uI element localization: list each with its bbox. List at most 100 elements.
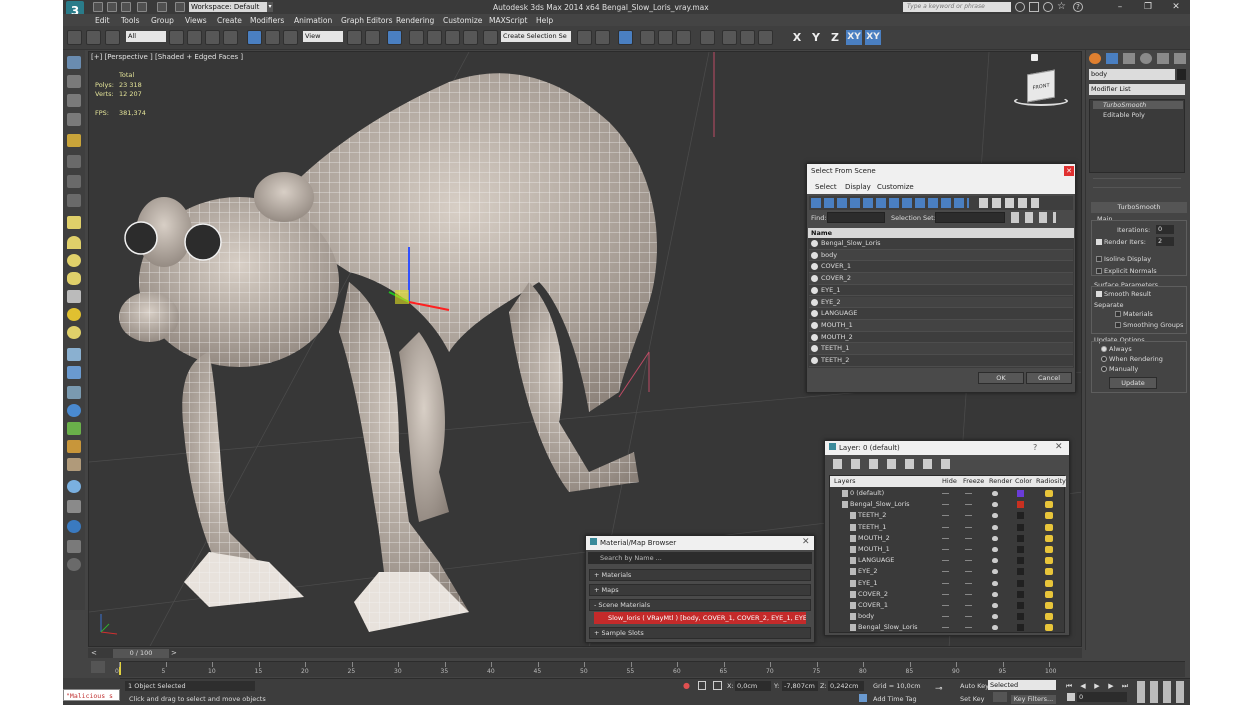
render-setup-icon[interactable] xyxy=(722,30,737,45)
iterations-spinner[interactable]: 0 xyxy=(1156,225,1174,234)
favorites-star-icon[interactable]: ☆ xyxy=(1057,1,1066,12)
display-panel-icon[interactable] xyxy=(67,75,81,88)
binoculars-icon[interactable] xyxy=(1015,2,1025,12)
time-slider-thumb[interactable]: 0 / 100 xyxy=(113,649,169,658)
key-mode-toggle-icon[interactable] xyxy=(1067,693,1075,701)
sfs-filter-icons[interactable] xyxy=(811,198,969,208)
dialog-title[interactable]: Select From Scene xyxy=(807,164,1075,178)
bind-space-warp-icon[interactable] xyxy=(105,30,120,45)
viewport-navigation-icons[interactable] xyxy=(1137,681,1187,703)
layer-row[interactable]: EYE_2 xyxy=(830,566,1066,577)
box-primitive-icon[interactable] xyxy=(67,216,81,229)
list-item[interactable]: MOUTH_1 xyxy=(809,319,1073,332)
render-iters-checkbox[interactable] xyxy=(1096,239,1102,245)
hide-toggle[interactable] xyxy=(942,504,949,506)
category-materials[interactable]: + Materials xyxy=(589,569,811,581)
camera-icon[interactable] xyxy=(67,155,81,168)
maxscript-mini-listener[interactable]: "Malicious s xyxy=(63,689,120,701)
align-icon[interactable] xyxy=(595,30,610,45)
freeze-toggle[interactable] xyxy=(965,593,972,595)
key-mode-dropdown[interactable]: Selected xyxy=(988,680,1056,690)
layer-color-swatch[interactable] xyxy=(1017,534,1024,542)
selection-set-icons[interactable] xyxy=(1011,212,1056,223)
select-move-icon[interactable] xyxy=(247,30,262,45)
freeze-toggle[interactable] xyxy=(965,526,972,528)
hide-toggle[interactable] xyxy=(942,571,949,573)
list-item[interactable]: Bengal_Slow_Loris xyxy=(809,238,1073,250)
separate-materials-checkbox[interactable] xyxy=(1115,311,1121,317)
z-coord-field[interactable]: 0,242cm xyxy=(828,681,864,691)
object-name-field[interactable]: body xyxy=(1089,69,1175,80)
hide-toggle[interactable] xyxy=(942,593,949,595)
col-color[interactable]: Color xyxy=(1015,476,1032,487)
modify-tab-icon[interactable] xyxy=(1106,53,1118,64)
layer-color-swatch[interactable] xyxy=(1017,490,1024,497)
render-teapot-icon[interactable] xyxy=(992,591,998,597)
render-iters-spinner[interactable]: 2 xyxy=(1156,237,1174,246)
menu-rendering[interactable]: Rendering xyxy=(396,16,434,25)
list-item[interactable]: LANGUAGE xyxy=(809,308,1073,320)
layer-color-swatch[interactable] xyxy=(1017,613,1024,621)
sun-light-icon[interactable] xyxy=(67,308,81,321)
key-filters-button[interactable]: Key Filters... xyxy=(1011,695,1056,704)
torus-primitive-icon[interactable] xyxy=(67,272,81,285)
render-teapot-icon[interactable] xyxy=(992,614,998,620)
mini-curve-editor-icon[interactable] xyxy=(91,661,105,673)
rectangular-selection-icon[interactable] xyxy=(205,30,220,45)
layer-row[interactable]: COVER_1 xyxy=(830,600,1066,611)
layer-row[interactable]: MOUTH_2 xyxy=(830,533,1066,544)
foliage-icon[interactable] xyxy=(67,422,81,435)
reference-coordinate-dropdown[interactable]: View xyxy=(303,31,343,42)
layer-color-swatch[interactable] xyxy=(1017,501,1024,509)
radiosity-icon[interactable] xyxy=(1045,490,1053,497)
help-search-input[interactable]: Type a keyword or phrase xyxy=(903,2,1011,12)
list-item[interactable]: TEETH_2 xyxy=(809,355,1073,367)
close-icon[interactable]: ✕ xyxy=(802,537,810,547)
menu-help[interactable]: Help xyxy=(536,16,553,25)
maxscript-mini-listener-top[interactable] xyxy=(63,678,120,688)
freeze-toggle[interactable] xyxy=(965,616,972,618)
close-icon[interactable]: ✕ xyxy=(1055,442,1063,452)
minimize-icon[interactable]: – xyxy=(1113,1,1127,13)
mirror-icon[interactable] xyxy=(577,30,592,45)
turbosmooth-rollout-title[interactable]: TurboSmooth xyxy=(1091,202,1187,213)
time-tag-icon[interactable] xyxy=(859,694,867,702)
subscription-icon[interactable] xyxy=(1029,2,1039,12)
menu-views[interactable]: Views xyxy=(185,16,207,25)
radiosity-icon[interactable] xyxy=(1045,590,1053,598)
render-teapot-icon[interactable] xyxy=(992,513,998,519)
freeze-toggle[interactable] xyxy=(965,627,972,629)
time-next-arrow-icon[interactable]: > xyxy=(171,649,177,657)
freeze-toggle[interactable] xyxy=(965,582,972,584)
project-folder-icon[interactable] xyxy=(175,2,185,12)
selection-set-dropdown[interactable] xyxy=(935,212,1005,223)
render-teapot-icon[interactable] xyxy=(992,569,998,575)
render-production-icon[interactable] xyxy=(758,30,773,45)
snaps-toggle-icon[interactable] xyxy=(409,30,424,45)
new-file-icon[interactable] xyxy=(93,2,103,12)
menu-modifiers[interactable]: Modifiers xyxy=(250,16,284,25)
keyboard-shortcut-override-icon[interactable] xyxy=(387,30,402,45)
menu-customize[interactable]: Customize xyxy=(443,16,482,25)
axis-x-button[interactable]: X xyxy=(789,30,805,45)
redo-icon[interactable] xyxy=(157,2,167,12)
layer-row[interactable]: TEETH_2 xyxy=(830,510,1066,521)
previous-frame-icon[interactable]: ◀ xyxy=(1077,681,1089,691)
x-coord-field[interactable]: 0,0cm xyxy=(735,681,771,691)
select-manipulate-icon[interactable] xyxy=(365,30,380,45)
home-icon[interactable] xyxy=(1031,54,1038,61)
freeze-toggle[interactable] xyxy=(965,504,972,506)
layer-row[interactable]: Bengal_Slow_Loris xyxy=(830,499,1066,510)
layer-row[interactable]: Bengal_Slow_Loris xyxy=(830,622,1066,633)
freeze-toggle[interactable] xyxy=(965,571,972,573)
menu-edit[interactable]: Edit xyxy=(95,16,110,25)
name-column-header[interactable]: Name xyxy=(808,228,1074,238)
light-bulb-icon[interactable] xyxy=(67,134,81,147)
hide-toggle[interactable] xyxy=(942,515,949,517)
select-link-icon[interactable] xyxy=(67,30,82,45)
track-bar[interactable] xyxy=(119,661,1185,677)
sfs-menu-select[interactable]: Select xyxy=(815,183,837,191)
radiosity-icon[interactable] xyxy=(1045,523,1053,531)
col-freeze[interactable]: Freeze xyxy=(963,476,984,487)
hide-toggle[interactable] xyxy=(942,537,949,539)
